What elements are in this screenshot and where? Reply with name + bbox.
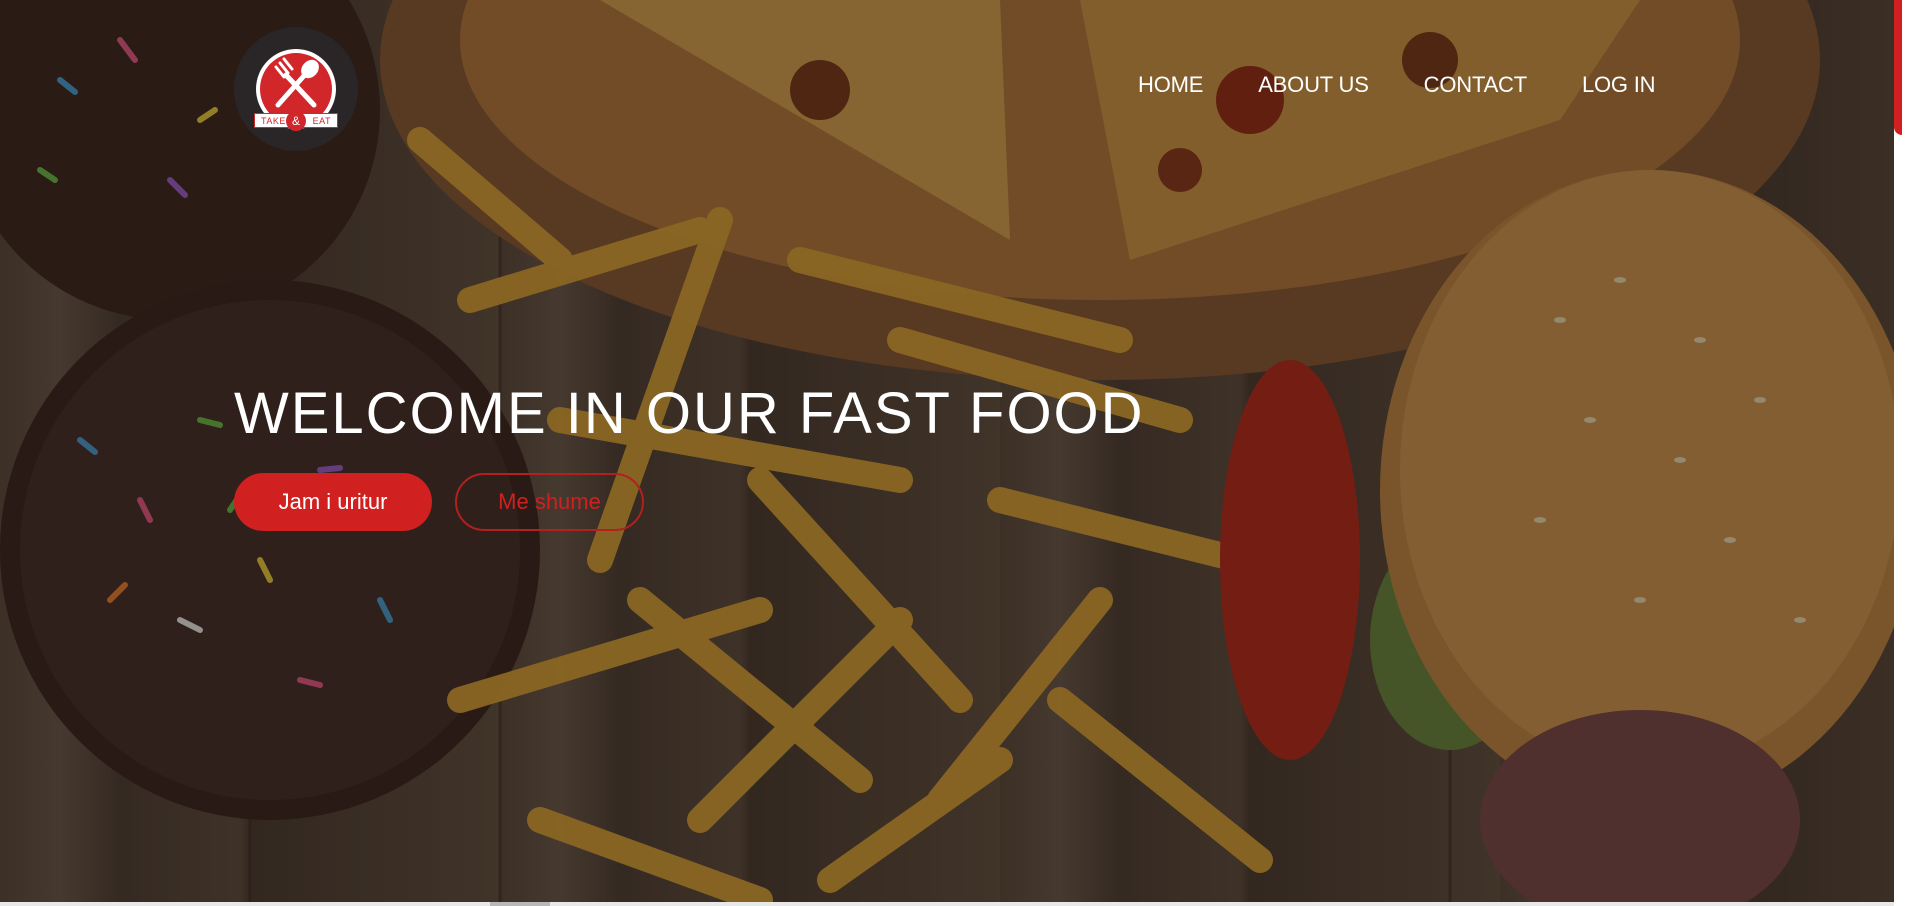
nav-contact[interactable]: CONTACT	[1424, 72, 1527, 98]
brand-logo[interactable]: TAKE EAT &	[234, 27, 358, 151]
nav-about-us[interactable]: ABOUT US	[1258, 72, 1369, 98]
scrollbar-thumb[interactable]	[1894, 0, 1902, 135]
fork-spoon-icon	[274, 57, 319, 108]
more-button[interactable]: Me shume	[455, 473, 644, 531]
scrollbar-track[interactable]	[1894, 0, 1912, 906]
nav-home[interactable]: HOME	[1138, 72, 1203, 98]
logo-text-eat: EAT	[312, 115, 331, 126]
page: TAKE EAT & HOME ABOUT US CONTACT LOG IN …	[0, 0, 1912, 906]
bottom-scrollbar-track[interactable]	[0, 902, 1894, 906]
logo-ampersand: &	[286, 111, 306, 131]
hungry-button[interactable]: Jam i uritur	[234, 473, 432, 531]
nav-log-in[interactable]: LOG IN	[1582, 72, 1656, 98]
logo-text-take: TAKE	[261, 115, 286, 126]
bottom-scrollbar-thumb[interactable]	[490, 902, 550, 906]
hero-title: WELCOME IN OUR FAST FOOD	[234, 381, 1145, 446]
main-nav: HOME ABOUT US CONTACT LOG IN	[1138, 72, 1710, 98]
